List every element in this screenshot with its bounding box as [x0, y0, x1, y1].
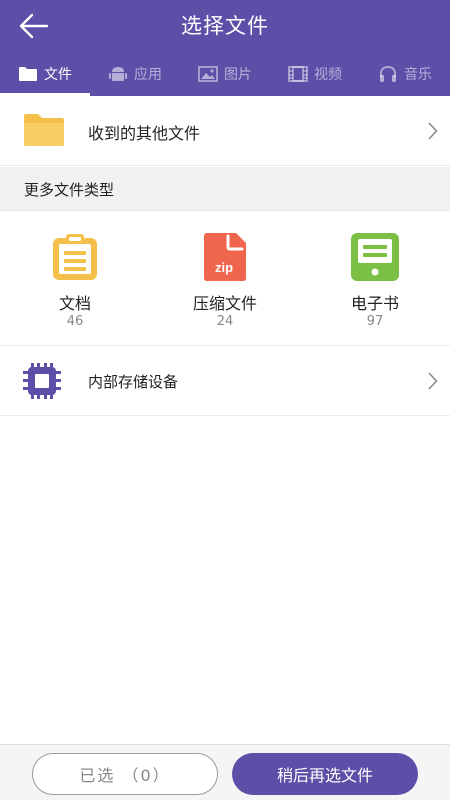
internal-storage-label: 内部存储设备 — [88, 373, 179, 391]
tab-label: 文件 — [44, 67, 72, 83]
type-count: 46 — [66, 314, 84, 329]
tab-label: 应用 — [134, 67, 162, 83]
ebook-icon — [351, 233, 399, 281]
tab-label: 图片 — [224, 67, 252, 83]
received-files-row[interactable]: 收到的其他文件 — [0, 96, 450, 166]
page-title: 选择文件 — [181, 14, 269, 38]
tab-bar: 文件 应用 图片 视频 音乐 — [0, 52, 450, 96]
folder-icon — [24, 114, 64, 146]
android-icon — [109, 67, 127, 81]
type-documents[interactable]: 文档 46 — [0, 212, 150, 346]
tab-music[interactable]: 音乐 — [360, 52, 450, 96]
bottom-action-bar: 已选 （0） 稍后再选文件 — [0, 744, 450, 800]
section-title: 更多文件类型 — [24, 181, 115, 199]
type-count: 24 — [216, 314, 234, 329]
received-files-label: 收到的其他文件 — [88, 124, 201, 143]
tab-images[interactable]: 图片 — [180, 52, 270, 96]
type-name: 文档 — [58, 294, 91, 313]
type-count: 97 — [366, 314, 384, 329]
type-name: 压缩文件 — [192, 294, 257, 313]
type-ebooks[interactable]: 电子书 97 — [300, 212, 450, 346]
more-types-header: 更多文件类型 — [0, 167, 450, 211]
tab-videos[interactable]: 视频 — [270, 52, 360, 96]
film-icon — [288, 66, 308, 82]
select-later-button[interactable]: 稍后再选文件 — [232, 753, 418, 795]
folder-icon — [19, 67, 37, 81]
chevron-right-icon — [428, 122, 438, 139]
image-icon — [198, 66, 218, 82]
tab-label: 视频 — [314, 67, 342, 83]
tab-files[interactable]: 文件 — [0, 52, 90, 96]
chevron-right-icon — [428, 372, 438, 389]
app-header: 选择文件 文件 应用 图片 视频 音乐 — [0, 0, 450, 96]
type-name: 电子书 — [350, 294, 399, 313]
tab-apps[interactable]: 应用 — [90, 52, 180, 96]
clipboard-document-icon — [53, 234, 97, 280]
zip-text: zip — [215, 260, 233, 275]
tab-label: 音乐 — [404, 67, 432, 83]
headphones-icon — [380, 66, 396, 82]
type-zip[interactable]: zip 压缩文件 24 — [150, 212, 300, 346]
chip-icon — [23, 363, 61, 399]
file-type-grid: 文档 46 zip 压缩文件 24 电子书 97 — [0, 212, 450, 346]
internal-storage-row[interactable]: 内部存储设备 — [0, 346, 450, 416]
zip-file-icon: zip — [204, 233, 246, 281]
selected-count-button[interactable]: 已选 （0） — [32, 753, 218, 795]
